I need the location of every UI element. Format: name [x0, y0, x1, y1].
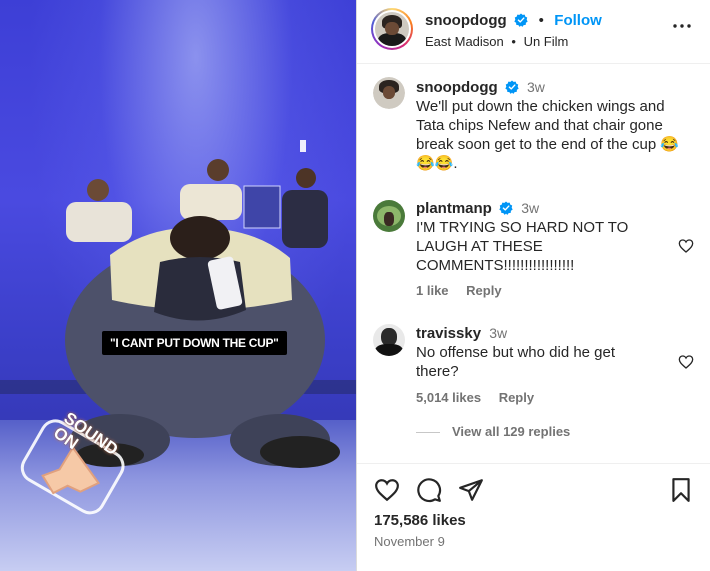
replies-divider: [416, 432, 440, 434]
post-details-panel: snoopdogg • Follow East Madison • Un Fil…: [356, 0, 710, 571]
verified-badge-icon: [499, 201, 513, 215]
share-send-icon[interactable]: [458, 477, 484, 503]
comment-time[interactable]: 3w: [489, 325, 507, 341]
reply-button[interactable]: Reply: [499, 390, 534, 405]
comment-likes[interactable]: 5,014 likes: [416, 390, 481, 405]
comment-likes[interactable]: 1 like: [416, 283, 449, 298]
audio-link[interactable]: Un Film: [524, 34, 569, 49]
video-player[interactable]: "I CANT PUT DOWN THE CUP" SOUND ON: [0, 0, 356, 571]
comment-avatar[interactable]: [373, 324, 405, 356]
comment-text: I'M TRYING SO HARD NOT TO LAUGH AT THESE…: [416, 219, 629, 274]
header-subtitle: East Madison • Un Film: [425, 34, 568, 49]
caption-time[interactable]: 3w: [527, 79, 545, 95]
comment-meta: 1 like Reply: [416, 283, 516, 298]
comment-avatar[interactable]: [373, 200, 405, 232]
verified-badge-icon: [505, 80, 519, 94]
comments-list[interactable]: snoopdogg 3w We'll put down the chicken …: [357, 65, 710, 460]
more-dots-icon[interactable]: [673, 24, 691, 28]
like-heart-icon[interactable]: [374, 477, 400, 503]
caption-text: We'll put down the chicken wings and Tat…: [416, 98, 680, 172]
likes-count[interactable]: 175,586 likes: [374, 512, 466, 529]
performer-middle: [180, 159, 242, 220]
like-comment-heart-icon[interactable]: [678, 238, 694, 254]
subtitle-separator: •: [511, 34, 516, 49]
performer-left: [66, 179, 132, 242]
header-title-row: snoopdogg • Follow: [425, 12, 602, 30]
reply-button[interactable]: Reply: [466, 283, 501, 298]
author-avatar[interactable]: [371, 8, 413, 50]
comment-time[interactable]: 3w: [521, 200, 539, 216]
comment-username[interactable]: plantmanp: [416, 200, 492, 217]
verified-badge-icon: [514, 13, 528, 27]
comment-username[interactable]: travissky: [416, 325, 481, 342]
view-replies-button[interactable]: View all 129 replies: [416, 424, 570, 439]
caption-body: snoopdogg 3w We'll put down the chicken …: [416, 78, 686, 173]
post-actions: 175,586 likes November 9: [357, 463, 710, 571]
post-date[interactable]: November 9: [374, 534, 445, 549]
follow-button[interactable]: Follow: [554, 12, 602, 29]
comment-body: travissky 3w No offense but who did he g…: [416, 324, 686, 381]
author-username[interactable]: snoopdogg: [425, 12, 507, 29]
save-bookmark-icon[interactable]: [668, 477, 694, 503]
like-comment-heart-icon[interactable]: [678, 354, 694, 370]
comment-bubble-icon[interactable]: [416, 477, 442, 503]
header-separator: •: [538, 12, 544, 29]
caption-username[interactable]: snoopdogg: [416, 79, 498, 96]
caption-avatar[interactable]: [373, 77, 405, 109]
performer-right: [243, 140, 328, 248]
comment-meta: 5,014 likes Reply: [416, 390, 548, 405]
post-header: snoopdogg • Follow East Madison • Un Fil…: [357, 0, 710, 64]
comment-body: plantmanp 3w I'M TRYING SO HARD NOT TO L…: [416, 199, 686, 275]
video-caption: "I CANT PUT DOWN THE CUP": [102, 331, 287, 355]
location-link[interactable]: East Madison: [425, 34, 504, 49]
view-replies-label: View all 129 replies: [452, 424, 571, 439]
comment-text: No offense but who did he get there?: [416, 344, 616, 380]
video-scene: [20, 140, 340, 515]
